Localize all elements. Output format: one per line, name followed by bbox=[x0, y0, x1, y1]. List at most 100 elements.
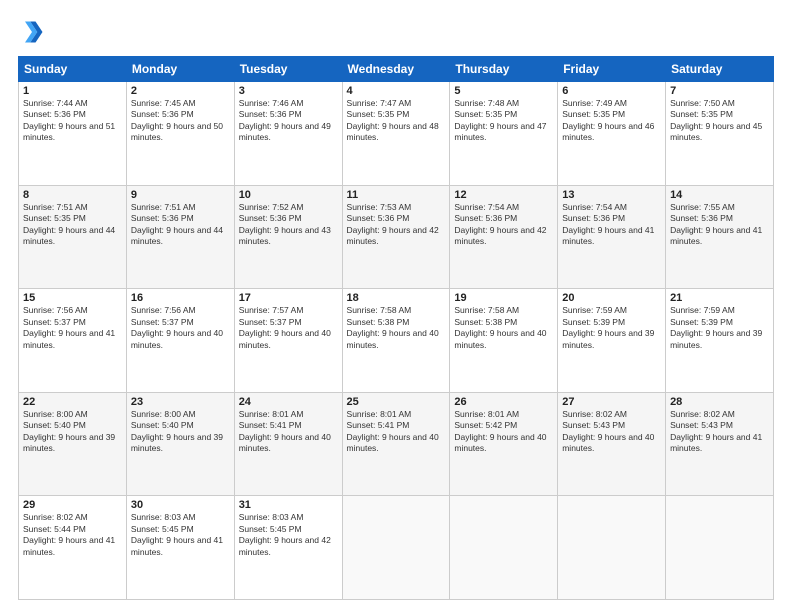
day-content: Sunrise: 8:03 AMSunset: 5:45 PMDaylight:… bbox=[239, 512, 338, 558]
day-content: Sunrise: 7:58 AMSunset: 5:38 PMDaylight:… bbox=[347, 305, 446, 351]
day-content: Sunrise: 8:01 AMSunset: 5:41 PMDaylight:… bbox=[239, 409, 338, 455]
day-content: Sunrise: 7:49 AMSunset: 5:35 PMDaylight:… bbox=[562, 98, 661, 144]
column-header-thursday: Thursday bbox=[450, 57, 558, 82]
calendar-cell: 1Sunrise: 7:44 AMSunset: 5:36 PMDaylight… bbox=[19, 82, 127, 186]
calendar-cell: 13Sunrise: 7:54 AMSunset: 5:36 PMDayligh… bbox=[558, 185, 666, 289]
day-number: 21 bbox=[670, 292, 769, 304]
day-content: Sunrise: 8:03 AMSunset: 5:45 PMDaylight:… bbox=[131, 512, 230, 558]
day-number: 16 bbox=[131, 292, 230, 304]
day-number: 30 bbox=[131, 499, 230, 511]
day-content: Sunrise: 7:57 AMSunset: 5:37 PMDaylight:… bbox=[239, 305, 338, 351]
day-number: 7 bbox=[670, 85, 769, 97]
calendar-week-row: 29Sunrise: 8:02 AMSunset: 5:44 PMDayligh… bbox=[19, 496, 774, 600]
calendar-cell: 9Sunrise: 7:51 AMSunset: 5:36 PMDaylight… bbox=[126, 185, 234, 289]
calendar-cell: 16Sunrise: 7:56 AMSunset: 5:37 PMDayligh… bbox=[126, 289, 234, 393]
day-content: Sunrise: 7:58 AMSunset: 5:38 PMDaylight:… bbox=[454, 305, 553, 351]
day-content: Sunrise: 8:00 AMSunset: 5:40 PMDaylight:… bbox=[23, 409, 122, 455]
calendar-cell: 7Sunrise: 7:50 AMSunset: 5:35 PMDaylight… bbox=[666, 82, 774, 186]
day-content: Sunrise: 7:48 AMSunset: 5:35 PMDaylight:… bbox=[454, 98, 553, 144]
day-number: 28 bbox=[670, 396, 769, 408]
page: SundayMondayTuesdayWednesdayThursdayFrid… bbox=[0, 0, 792, 612]
calendar-cell: 12Sunrise: 7:54 AMSunset: 5:36 PMDayligh… bbox=[450, 185, 558, 289]
calendar-cell: 8Sunrise: 7:51 AMSunset: 5:35 PMDaylight… bbox=[19, 185, 127, 289]
calendar-cell: 2Sunrise: 7:45 AMSunset: 5:36 PMDaylight… bbox=[126, 82, 234, 186]
column-header-friday: Friday bbox=[558, 57, 666, 82]
day-number: 11 bbox=[347, 189, 446, 201]
header bbox=[18, 18, 774, 46]
column-header-monday: Monday bbox=[126, 57, 234, 82]
day-content: Sunrise: 8:00 AMSunset: 5:40 PMDaylight:… bbox=[131, 409, 230, 455]
calendar-week-row: 15Sunrise: 7:56 AMSunset: 5:37 PMDayligh… bbox=[19, 289, 774, 393]
day-number: 19 bbox=[454, 292, 553, 304]
logo-icon bbox=[18, 18, 46, 46]
calendar-cell: 22Sunrise: 8:00 AMSunset: 5:40 PMDayligh… bbox=[19, 392, 127, 496]
day-content: Sunrise: 7:51 AMSunset: 5:36 PMDaylight:… bbox=[131, 202, 230, 248]
day-number: 15 bbox=[23, 292, 122, 304]
calendar-cell: 24Sunrise: 8:01 AMSunset: 5:41 PMDayligh… bbox=[234, 392, 342, 496]
day-content: Sunrise: 8:01 AMSunset: 5:42 PMDaylight:… bbox=[454, 409, 553, 455]
day-content: Sunrise: 8:02 AMSunset: 5:43 PMDaylight:… bbox=[562, 409, 661, 455]
calendar-cell: 3Sunrise: 7:46 AMSunset: 5:36 PMDaylight… bbox=[234, 82, 342, 186]
day-content: Sunrise: 7:54 AMSunset: 5:36 PMDaylight:… bbox=[454, 202, 553, 248]
day-number: 18 bbox=[347, 292, 446, 304]
calendar-cell: 30Sunrise: 8:03 AMSunset: 5:45 PMDayligh… bbox=[126, 496, 234, 600]
logo bbox=[18, 18, 50, 46]
calendar-cell bbox=[558, 496, 666, 600]
day-content: Sunrise: 8:02 AMSunset: 5:43 PMDaylight:… bbox=[670, 409, 769, 455]
day-number: 14 bbox=[670, 189, 769, 201]
day-content: Sunrise: 7:55 AMSunset: 5:36 PMDaylight:… bbox=[670, 202, 769, 248]
calendar-body: 1Sunrise: 7:44 AMSunset: 5:36 PMDaylight… bbox=[19, 82, 774, 600]
day-number: 17 bbox=[239, 292, 338, 304]
calendar-cell bbox=[666, 496, 774, 600]
day-number: 4 bbox=[347, 85, 446, 97]
calendar-cell bbox=[450, 496, 558, 600]
column-header-tuesday: Tuesday bbox=[234, 57, 342, 82]
day-content: Sunrise: 7:59 AMSunset: 5:39 PMDaylight:… bbox=[562, 305, 661, 351]
day-content: Sunrise: 8:01 AMSunset: 5:41 PMDaylight:… bbox=[347, 409, 446, 455]
day-number: 2 bbox=[131, 85, 230, 97]
day-number: 25 bbox=[347, 396, 446, 408]
day-number: 10 bbox=[239, 189, 338, 201]
day-content: Sunrise: 7:45 AMSunset: 5:36 PMDaylight:… bbox=[131, 98, 230, 144]
day-number: 13 bbox=[562, 189, 661, 201]
day-number: 20 bbox=[562, 292, 661, 304]
day-content: Sunrise: 7:52 AMSunset: 5:36 PMDaylight:… bbox=[239, 202, 338, 248]
day-number: 31 bbox=[239, 499, 338, 511]
day-number: 3 bbox=[239, 85, 338, 97]
day-number: 24 bbox=[239, 396, 338, 408]
day-number: 27 bbox=[562, 396, 661, 408]
calendar-cell: 14Sunrise: 7:55 AMSunset: 5:36 PMDayligh… bbox=[666, 185, 774, 289]
calendar-cell: 10Sunrise: 7:52 AMSunset: 5:36 PMDayligh… bbox=[234, 185, 342, 289]
day-content: Sunrise: 7:59 AMSunset: 5:39 PMDaylight:… bbox=[670, 305, 769, 351]
calendar-cell: 29Sunrise: 8:02 AMSunset: 5:44 PMDayligh… bbox=[19, 496, 127, 600]
day-content: Sunrise: 7:53 AMSunset: 5:36 PMDaylight:… bbox=[347, 202, 446, 248]
column-header-wednesday: Wednesday bbox=[342, 57, 450, 82]
calendar-cell: 4Sunrise: 7:47 AMSunset: 5:35 PMDaylight… bbox=[342, 82, 450, 186]
calendar-header-row: SundayMondayTuesdayWednesdayThursdayFrid… bbox=[19, 57, 774, 82]
calendar-table: SundayMondayTuesdayWednesdayThursdayFrid… bbox=[18, 56, 774, 600]
calendar-cell: 26Sunrise: 8:01 AMSunset: 5:42 PMDayligh… bbox=[450, 392, 558, 496]
calendar-cell: 19Sunrise: 7:58 AMSunset: 5:38 PMDayligh… bbox=[450, 289, 558, 393]
day-content: Sunrise: 7:46 AMSunset: 5:36 PMDaylight:… bbox=[239, 98, 338, 144]
calendar-cell: 21Sunrise: 7:59 AMSunset: 5:39 PMDayligh… bbox=[666, 289, 774, 393]
day-number: 1 bbox=[23, 85, 122, 97]
calendar-cell: 5Sunrise: 7:48 AMSunset: 5:35 PMDaylight… bbox=[450, 82, 558, 186]
calendar-cell: 28Sunrise: 8:02 AMSunset: 5:43 PMDayligh… bbox=[666, 392, 774, 496]
day-content: Sunrise: 7:56 AMSunset: 5:37 PMDaylight:… bbox=[131, 305, 230, 351]
calendar-cell: 20Sunrise: 7:59 AMSunset: 5:39 PMDayligh… bbox=[558, 289, 666, 393]
day-number: 6 bbox=[562, 85, 661, 97]
calendar-cell: 25Sunrise: 8:01 AMSunset: 5:41 PMDayligh… bbox=[342, 392, 450, 496]
calendar-cell: 31Sunrise: 8:03 AMSunset: 5:45 PMDayligh… bbox=[234, 496, 342, 600]
day-content: Sunrise: 7:50 AMSunset: 5:35 PMDaylight:… bbox=[670, 98, 769, 144]
column-header-sunday: Sunday bbox=[19, 57, 127, 82]
calendar-week-row: 8Sunrise: 7:51 AMSunset: 5:35 PMDaylight… bbox=[19, 185, 774, 289]
day-content: Sunrise: 7:44 AMSunset: 5:36 PMDaylight:… bbox=[23, 98, 122, 144]
day-content: Sunrise: 7:56 AMSunset: 5:37 PMDaylight:… bbox=[23, 305, 122, 351]
calendar-cell bbox=[342, 496, 450, 600]
day-number: 12 bbox=[454, 189, 553, 201]
day-number: 8 bbox=[23, 189, 122, 201]
calendar-cell: 18Sunrise: 7:58 AMSunset: 5:38 PMDayligh… bbox=[342, 289, 450, 393]
calendar-cell: 27Sunrise: 8:02 AMSunset: 5:43 PMDayligh… bbox=[558, 392, 666, 496]
day-number: 5 bbox=[454, 85, 553, 97]
day-number: 29 bbox=[23, 499, 122, 511]
